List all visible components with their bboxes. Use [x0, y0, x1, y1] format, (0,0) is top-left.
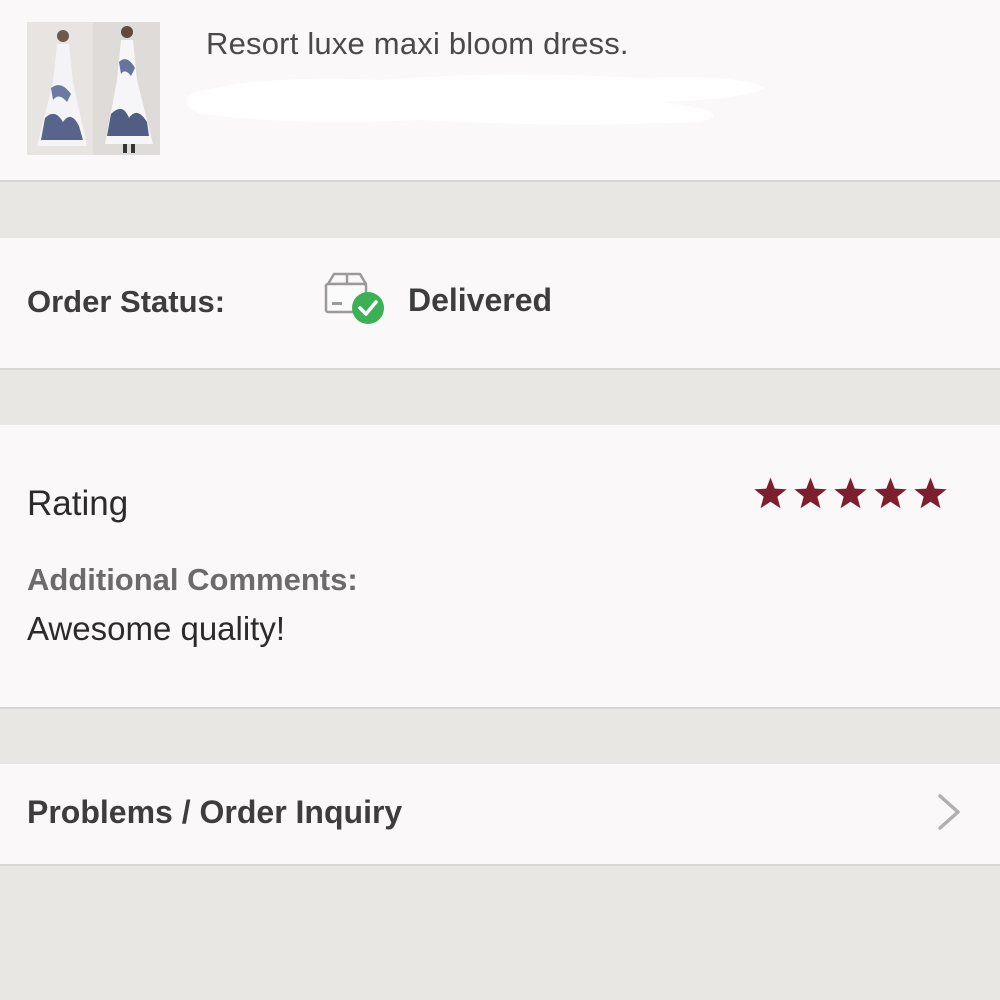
additional-comments-text: Awesome quality! — [27, 610, 286, 647]
star-icon[interactable] — [793, 476, 828, 511]
order-inquiry-label[interactable]: Problems / Order Inquiry — [27, 794, 402, 831]
product-title: Resort luxe maxi bloom dress. — [206, 26, 629, 61]
dress-thumbnail-image — [27, 22, 160, 155]
order-status-value: Delivered — [408, 282, 553, 318]
star-icon[interactable] — [833, 476, 868, 511]
redacted-area — [186, 74, 765, 125]
delivered-box-icon — [324, 272, 384, 324]
product-card[interactable]: Resort luxe maxi bloom dress. — [0, 0, 1000, 182]
star-icon[interactable] — [753, 476, 788, 511]
star-icon[interactable] — [873, 476, 908, 511]
additional-comments-label: Additional Comments: — [27, 562, 358, 597]
order-status-label: Order Status: — [27, 284, 226, 319]
rating-label: Rating — [27, 484, 129, 523]
chevron-right-icon[interactable] — [934, 792, 964, 832]
star-icon[interactable] — [913, 476, 948, 511]
star-rating[interactable] — [753, 476, 948, 512]
product-thumbnail[interactable] — [27, 22, 160, 155]
